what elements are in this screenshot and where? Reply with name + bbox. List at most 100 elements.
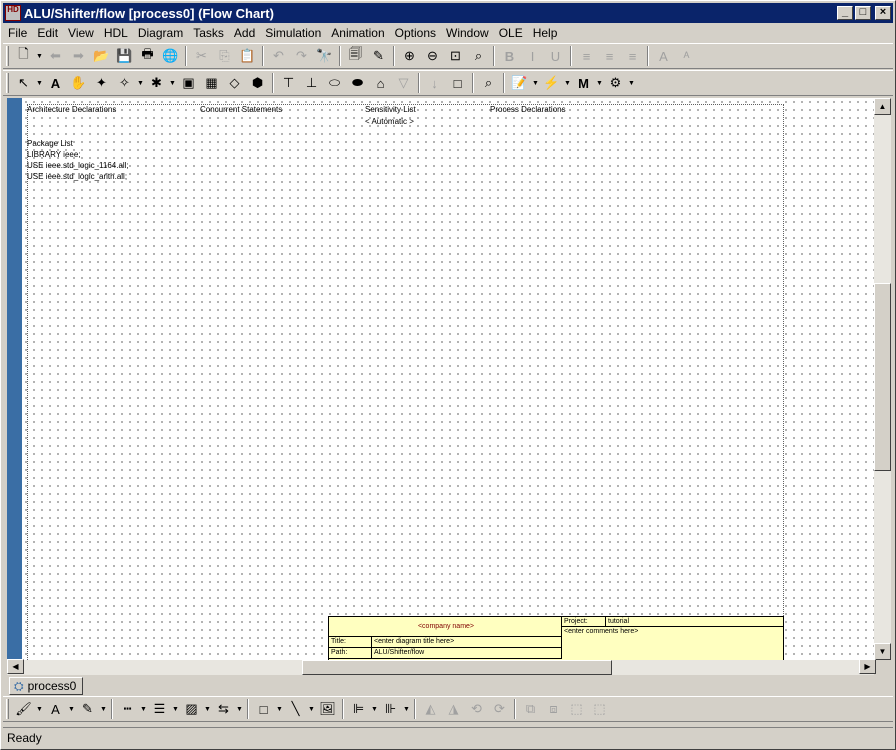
zoom-fit-icon[interactable]: ⊡ bbox=[444, 45, 467, 67]
menu-edit[interactable]: Edit bbox=[32, 26, 63, 40]
scroll-up-button[interactable]: ▲ bbox=[874, 98, 891, 115]
font-grow-icon[interactable]: A bbox=[652, 45, 675, 67]
dropdown-arrow-icon[interactable]: ▼ bbox=[171, 698, 180, 720]
box-shape-icon[interactable]: □ bbox=[252, 698, 275, 720]
select-pointer-icon[interactable]: ↖ bbox=[12, 72, 35, 94]
align-left-icon[interactable]: ≡ bbox=[575, 45, 598, 67]
minimize-button[interactable]: _ bbox=[837, 6, 853, 20]
bold-icon[interactable]: B bbox=[498, 45, 521, 67]
underline-icon[interactable]: U bbox=[544, 45, 567, 67]
menu-hdl[interactable]: HDL bbox=[99, 26, 133, 40]
menu-options[interactable]: Options bbox=[390, 26, 441, 40]
toolbar-grip[interactable] bbox=[6, 699, 9, 719]
cut-icon[interactable]: ✂ bbox=[190, 45, 213, 67]
loop-end-icon[interactable]: ⊥ bbox=[300, 72, 323, 94]
scroll-left-button[interactable]: ◀ bbox=[7, 659, 24, 674]
redo-icon[interactable]: ↷ bbox=[290, 45, 313, 67]
dropdown-arrow-icon[interactable]: ▼ bbox=[139, 698, 148, 720]
forward-arrow-icon[interactable]: ➡ bbox=[67, 45, 90, 67]
dropdown-arrow-icon[interactable]: ▼ bbox=[531, 72, 540, 94]
down-arrow-icon[interactable]: ↓ bbox=[423, 72, 446, 94]
vertical-scrollbar[interactable]: ▲ ▼ bbox=[874, 98, 891, 660]
send-back-icon[interactable]: ⧈ bbox=[542, 698, 565, 720]
package-line[interactable]: USE ieee.std_logic_1164.all; bbox=[27, 160, 129, 171]
menu-diagram[interactable]: Diagram bbox=[133, 26, 188, 40]
dropdown-arrow-icon[interactable]: ▼ bbox=[627, 72, 636, 94]
scroll-right-button[interactable]: ▶ bbox=[859, 659, 876, 674]
flowchart-canvas[interactable]: Architecture Declarations Concurrent Sta… bbox=[22, 98, 874, 660]
dropdown-arrow-icon[interactable]: ▼ bbox=[35, 45, 44, 67]
flip-vertical-icon[interactable]: ◮ bbox=[442, 698, 465, 720]
zoom-in-icon[interactable]: ⊕ bbox=[398, 45, 421, 67]
dropdown-arrow-icon[interactable]: ▼ bbox=[235, 698, 244, 720]
pan-hand-icon[interactable]: ✋ bbox=[67, 72, 90, 94]
properties-icon[interactable]: 🗐 bbox=[344, 45, 367, 67]
globe-icon[interactable]: 🌐 bbox=[159, 45, 182, 67]
new-icon[interactable]: 🗋 bbox=[12, 45, 35, 67]
title-block[interactable]: <company name> Project: tutorial <enter … bbox=[328, 616, 784, 660]
wait-icon[interactable]: ⬭ bbox=[323, 72, 346, 94]
line-width-icon[interactable]: ☰ bbox=[148, 698, 171, 720]
dropdown-arrow-icon[interactable]: ▼ bbox=[35, 72, 44, 94]
dropdown-arrow-icon[interactable]: ▼ bbox=[275, 698, 284, 720]
toolbar-grip[interactable] bbox=[6, 46, 9, 66]
project-value[interactable]: tutorial bbox=[606, 617, 784, 627]
paste-icon[interactable]: 📋 bbox=[236, 45, 259, 67]
maximize-button[interactable]: □ bbox=[855, 6, 871, 20]
zoom-area-icon[interactable]: ⌕ bbox=[467, 45, 490, 67]
arrow-style-icon[interactable]: ⇆ bbox=[212, 698, 235, 720]
dropdown-arrow-icon[interactable]: ▼ bbox=[168, 72, 177, 94]
add-signal-icon[interactable]: ✧ bbox=[113, 72, 136, 94]
zoom-out-icon[interactable]: ⊖ bbox=[421, 45, 444, 67]
decision-icon[interactable]: ◇ bbox=[223, 72, 246, 94]
simulate-icon[interactable]: ⚡ bbox=[540, 72, 563, 94]
undo-icon[interactable]: ↶ bbox=[267, 45, 290, 67]
add-start-icon[interactable]: ✦ bbox=[90, 72, 113, 94]
tab-process0[interactable]: ⛭ process0 bbox=[9, 677, 84, 695]
concurrent-statements-label[interactable]: Concurrent Statements bbox=[200, 104, 282, 115]
rotate-left-icon[interactable]: ⟲ bbox=[465, 698, 488, 720]
path-value[interactable]: ALU/Shifter/flow bbox=[372, 648, 562, 659]
menu-window[interactable]: Window bbox=[441, 26, 494, 40]
horizontal-scroll-thumb[interactable] bbox=[302, 660, 612, 675]
package-list-title[interactable]: Package List bbox=[27, 138, 73, 149]
menu-simulation[interactable]: Simulation bbox=[260, 26, 326, 40]
text-tool-icon[interactable]: A bbox=[44, 72, 67, 94]
dropdown-arrow-icon[interactable]: ▼ bbox=[67, 698, 76, 720]
sensitivity-list-label[interactable]: Sensitivity List bbox=[365, 104, 416, 115]
line-shape-icon[interactable]: ╲ bbox=[284, 698, 307, 720]
off-page-icon[interactable]: ▽ bbox=[392, 72, 415, 94]
menu-view[interactable]: View bbox=[63, 26, 99, 40]
loop-start-icon[interactable]: ⊤ bbox=[277, 72, 300, 94]
italic-icon[interactable]: I bbox=[521, 45, 544, 67]
scroll-down-button[interactable]: ▼ bbox=[874, 643, 891, 660]
align-right-icon[interactable]: ≡ bbox=[621, 45, 644, 67]
sensitivity-list-value[interactable]: < Automatic > bbox=[365, 116, 414, 127]
rotate-right-icon[interactable]: ⟳ bbox=[488, 698, 511, 720]
generate-hdl-icon[interactable]: 📝 bbox=[508, 72, 531, 94]
package-line[interactable]: USE ieee.std_logic_arith.all; bbox=[27, 171, 127, 182]
modelsim-icon[interactable]: M bbox=[572, 72, 595, 94]
align-center-icon[interactable]: ≡ bbox=[598, 45, 621, 67]
rectangle-icon[interactable]: □ bbox=[446, 72, 469, 94]
back-arrow-icon[interactable]: ⬅ bbox=[44, 45, 67, 67]
action-box-icon[interactable]: ▣ bbox=[177, 72, 200, 94]
company-name-cell[interactable]: <company name> bbox=[329, 617, 562, 637]
copy-icon[interactable]: ⎘ bbox=[213, 45, 236, 67]
menu-animation[interactable]: Animation bbox=[326, 26, 389, 40]
ungroup-icon[interactable]: ⬚ bbox=[588, 698, 611, 720]
text-color-icon[interactable]: A bbox=[44, 698, 67, 720]
flow-arrow-icon[interactable]: ⌂ bbox=[369, 72, 392, 94]
dropdown-arrow-icon[interactable]: ▼ bbox=[99, 698, 108, 720]
case-icon[interactable]: ⬬ bbox=[346, 72, 369, 94]
dropdown-arrow-icon[interactable]: ▼ bbox=[402, 698, 411, 720]
architecture-declarations-label[interactable]: Architecture Declarations bbox=[27, 104, 116, 115]
menu-add[interactable]: Add bbox=[229, 26, 260, 40]
menu-tasks[interactable]: Tasks bbox=[188, 26, 229, 40]
toolbar-grip[interactable] bbox=[6, 73, 9, 93]
hierarchical-action-icon[interactable]: ▦ bbox=[200, 72, 223, 94]
font-shrink-icon[interactable]: ᴬ bbox=[675, 45, 698, 67]
package-line[interactable]: LIBRARY ieee; bbox=[27, 149, 81, 160]
title-bar[interactable]: HD ALU/Shifter/flow [process0] (Flow Cha… bbox=[3, 3, 893, 23]
end-point-icon[interactable]: ⬢ bbox=[246, 72, 269, 94]
